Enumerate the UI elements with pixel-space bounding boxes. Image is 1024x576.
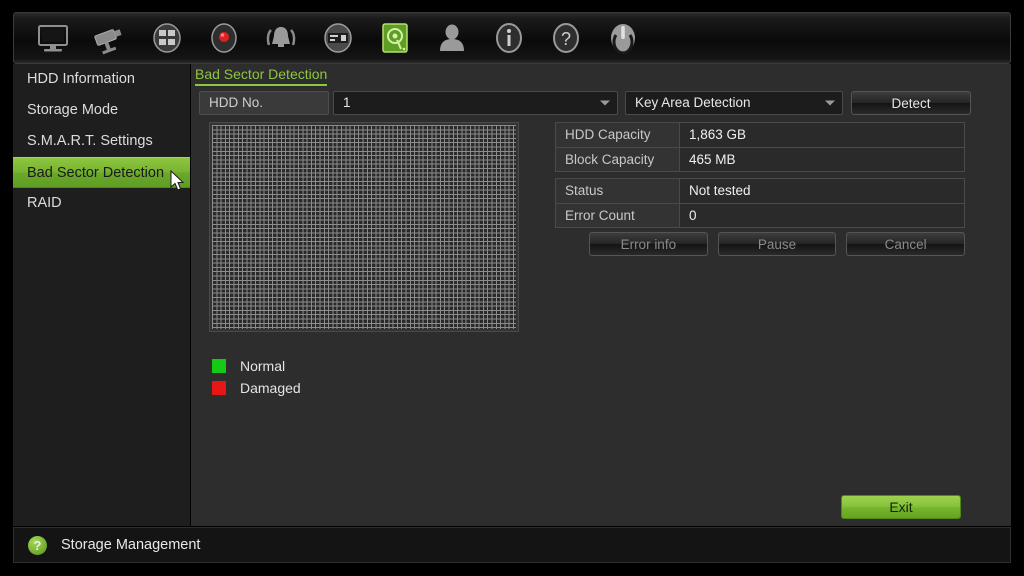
info-icon [495,23,522,53]
legend-label: Normal [240,358,286,374]
alarm-bell-icon [266,27,295,47]
sidebar-item-label: Storage Mode [27,102,119,118]
legend-item-normal: Normal [212,355,301,377]
svg-text:?: ? [560,29,570,49]
record-icon [210,23,237,53]
row-value: 1,863 GB [680,123,964,147]
sidebar-item-label: Bad Sector Detection [27,165,165,181]
hdd-no-dropdown[interactable]: 1 [333,91,618,115]
device-icon [323,23,352,53]
help-icon[interactable]: ? [28,535,47,555]
toolbar-item-device[interactable] [309,15,366,61]
detection-type-value: Key Area Detection [635,95,751,110]
status-table: Status Not tested Error Count 0 [555,178,965,228]
sidebar-item-raid[interactable]: RAID [13,188,190,219]
hdd-no-label: HDD No. [199,91,329,115]
user-icon [439,24,464,51]
toolbar-item-camera[interactable] [81,15,138,61]
error-info-button[interactable]: Error info [589,232,708,256]
table-row: Block Capacity 465 MB [556,147,964,171]
sidebar-item-storage-mode[interactable]: Storage Mode [13,95,190,126]
toolbar-item-user[interactable] [423,15,480,61]
detection-type-dropdown[interactable]: Key Area Detection [625,91,843,115]
table-row: Status Not tested [556,179,964,203]
detect-button[interactable]: Detect [851,91,971,115]
camera-icon [93,29,122,55]
damaged-swatch-icon [212,381,226,395]
sidebar-item-label: S.M.A.R.T. Settings [27,133,153,149]
toolbar-item-alarm[interactable] [252,15,309,61]
sidebar-item-label: HDD Information [27,71,135,87]
toolbar-item-network[interactable] [138,15,195,61]
table-row: Error Count 0 [556,203,964,227]
toolbar-item-monitor[interactable] [24,15,81,61]
hdd-icon [381,23,408,53]
toolbar-item-power[interactable] [594,15,651,61]
main-toolbar: ? [13,12,1011,64]
chevron-down-icon [600,100,610,106]
legend-label: Damaged [240,380,301,396]
normal-swatch-icon [212,359,226,373]
nvr-window: ? HDD Information Storage Mode S.M.A.R.T… [0,0,1024,576]
cancel-button[interactable]: Cancel [846,232,966,256]
chevron-down-icon [825,100,835,106]
sidebar-item-bad-sector-detection[interactable]: Bad Sector Detection [13,157,190,188]
help-icon: ? [552,23,579,53]
row-key: Error Count [556,204,680,227]
exit-button[interactable]: Exit [841,495,961,519]
sector-map[interactable] [209,122,519,332]
toolbar-item-hdd[interactable] [366,15,423,61]
action-buttons: Error info Pause Cancel [589,232,966,256]
network-icon [152,23,181,53]
status-bar-label: Storage Management [61,537,201,553]
row-key: HDD Capacity [556,123,680,147]
sidebar: HDD Information Storage Mode S.M.A.R.T. … [13,64,191,526]
capacity-table: HDD Capacity 1,863 GB Block Capacity 465… [555,122,965,172]
toolbar-item-record[interactable] [195,15,252,61]
monitor-icon [37,25,68,52]
pause-button[interactable]: Pause [717,232,837,256]
status-bar: ? Storage Management [13,527,1011,563]
row-key: Status [556,179,680,203]
hdd-selection-row: HDD No. 1 Key Area Detection Detect [199,91,1003,115]
table-row: HDD Capacity 1,863 GB [556,123,964,147]
legend: Normal Damaged [212,355,301,399]
toolbar-item-info[interactable] [480,15,537,61]
row-value: 465 MB [680,148,964,171]
toolbar-item-help[interactable]: ? [537,15,594,61]
sidebar-item-smart-settings[interactable]: S.M.A.R.T. Settings [13,126,190,157]
sector-map-grid [212,125,516,329]
hdd-no-value: 1 [343,95,351,110]
main-panel: Bad Sector Detection HDD No. 1 Key Area … [191,64,1011,526]
sidebar-item-hdd-information[interactable]: HDD Information [13,64,190,95]
row-value: 0 [680,204,964,227]
power-icon [610,24,635,55]
row-key: Block Capacity [556,148,680,171]
row-value: Not tested [680,179,964,203]
legend-item-damaged: Damaged [212,377,301,399]
sidebar-item-label: RAID [27,195,62,211]
page-title: Bad Sector Detection [195,66,328,86]
